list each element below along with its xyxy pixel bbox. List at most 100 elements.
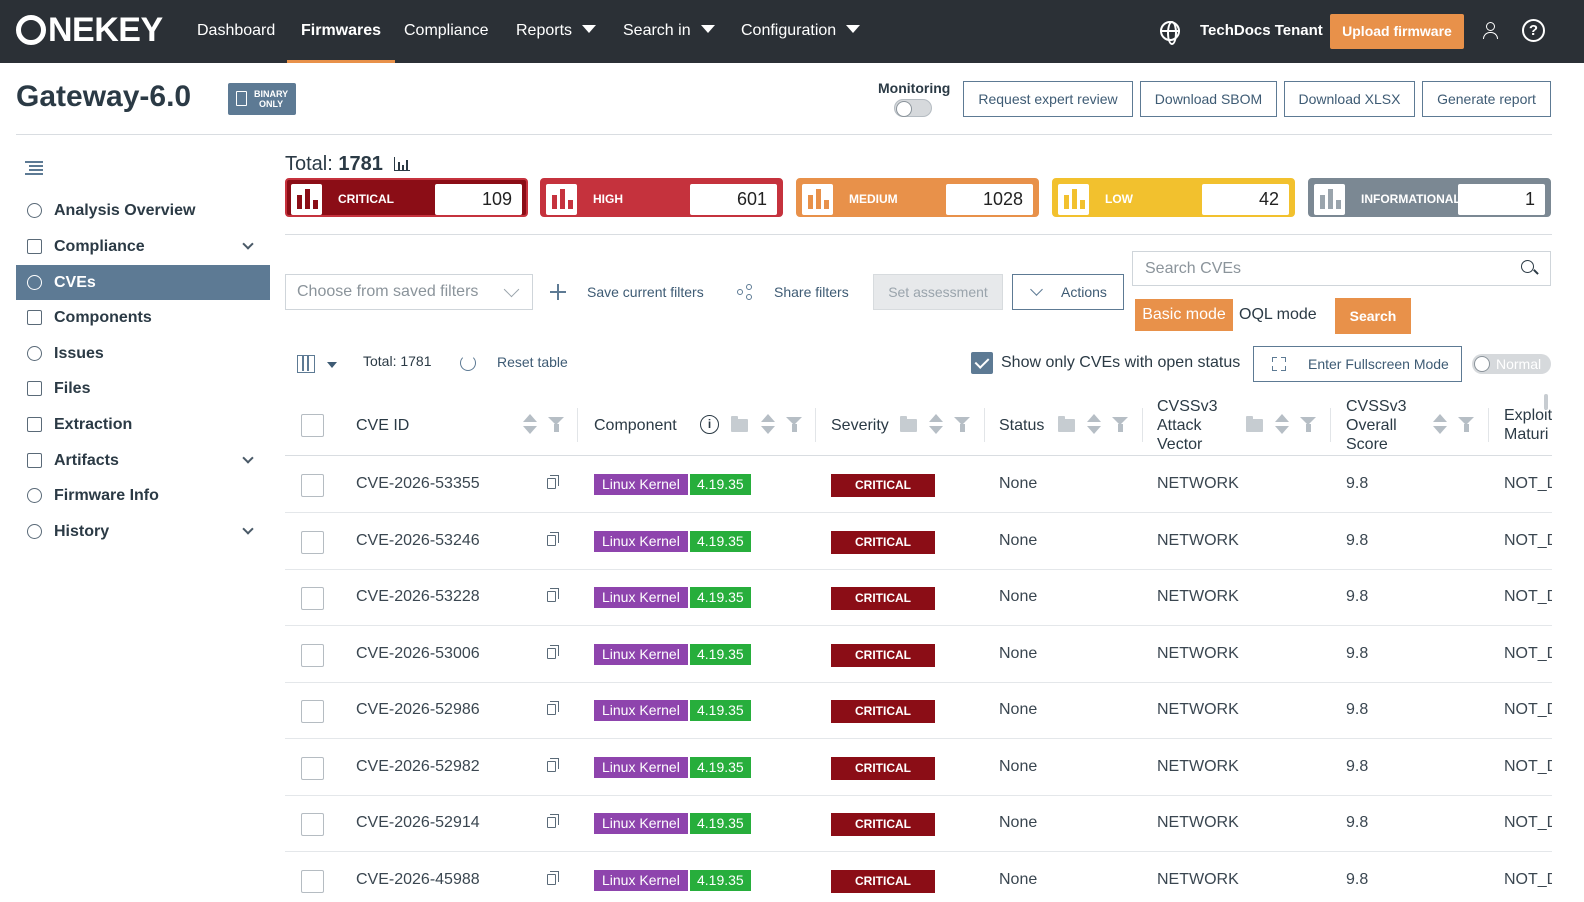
cve-id-link[interactable]: CVE-2026-52914: [356, 814, 480, 832]
severity-card-low[interactable]: LOW 42: [1052, 178, 1295, 217]
sort-icon[interactable]: [1275, 414, 1289, 436]
actions-button[interactable]: Actions: [1012, 274, 1124, 310]
basic-mode-tab[interactable]: Basic mode: [1135, 299, 1233, 331]
folder-icon[interactable]: [1058, 416, 1075, 432]
cve-id-link[interactable]: CVE-2026-53355: [356, 475, 480, 493]
bar-chart-icon[interactable]: [394, 157, 411, 171]
cve-id-link[interactable]: CVE-2026-52986: [356, 701, 480, 719]
component-badge[interactable]: Linux Kernel: [594, 643, 688, 665]
table-row[interactable]: CVE-2026-53355 Linux Kernel 4.19.35 CRITICA…: [285, 457, 1552, 513]
columns-icon[interactable]: [297, 355, 315, 373]
filter-icon[interactable]: [1112, 417, 1129, 432]
density-toggle[interactable]: Normal: [1472, 354, 1551, 374]
set-assessment-button[interactable]: Set assessment: [873, 274, 1003, 310]
table-row[interactable]: CVE-2026-52914 Linux Kernel 4.19.35 CRITICA…: [285, 796, 1552, 852]
row-checkbox[interactable]: [301, 474, 324, 497]
filter-icon[interactable]: [1458, 417, 1475, 432]
copy-icon[interactable]: [547, 701, 559, 715]
table-row[interactable]: CVE-2026-53006 Linux Kernel 4.19.35 CRITICA…: [285, 627, 1552, 683]
sidebar-item-history[interactable]: History: [16, 514, 270, 549]
reset-table-button[interactable]: Reset table: [497, 354, 568, 370]
nav-reports[interactable]: Reports: [516, 0, 597, 63]
download-sbom-button[interactable]: Download SBOM: [1140, 81, 1277, 117]
filter-icon[interactable]: [548, 417, 565, 432]
cve-id-link[interactable]: CVE-2026-53246: [356, 532, 480, 550]
column-header-severity[interactable]: Severity: [831, 394, 889, 456]
upload-firmware-button[interactable]: Upload firmware: [1330, 14, 1464, 49]
row-checkbox[interactable]: [301, 813, 324, 836]
cve-id-link[interactable]: CVE-2026-53006: [356, 645, 480, 663]
user-icon[interactable]: [1482, 22, 1498, 40]
nav-search-in[interactable]: Search in: [623, 0, 715, 63]
plus-icon[interactable]: [550, 284, 566, 300]
request-expert-review-button[interactable]: Request expert review: [963, 81, 1133, 117]
saved-filters-select[interactable]: Choose from saved filters: [285, 274, 533, 310]
row-checkbox[interactable]: [301, 700, 324, 723]
component-badge[interactable]: Linux Kernel: [594, 587, 688, 608]
help-icon[interactable]: ?: [1522, 19, 1545, 42]
cve-id-link[interactable]: CVE-2026-52982: [356, 758, 480, 776]
oql-mode-tab[interactable]: OQL mode: [1239, 299, 1317, 331]
sidebar-item-issues[interactable]: Issues: [16, 336, 270, 371]
monitoring-toggle[interactable]: [894, 99, 932, 117]
search-button[interactable]: Search: [1335, 298, 1411, 334]
search-cves-input[interactable]: Search CVEs: [1132, 251, 1551, 286]
row-checkbox[interactable]: [301, 587, 324, 610]
sidebar-item-files[interactable]: Files: [16, 371, 270, 406]
select-all-checkbox[interactable]: [301, 414, 324, 437]
component-badge[interactable]: Linux Kernel: [594, 756, 688, 778]
copy-icon[interactable]: [547, 644, 559, 659]
generate-report-button[interactable]: Generate report: [1422, 81, 1551, 117]
sort-icon[interactable]: [1433, 414, 1447, 436]
info-icon[interactable]: i: [700, 415, 719, 434]
table-row[interactable]: CVE-2026-52986 Linux Kernel 4.19.35 CRITICA…: [285, 683, 1552, 739]
sidebar-item-compliance[interactable]: Compliance: [16, 229, 270, 264]
cve-id-link[interactable]: CVE-2026-45988: [356, 871, 480, 889]
sort-icon[interactable]: [929, 414, 943, 436]
share-filters-button[interactable]: Share filters: [774, 274, 849, 310]
column-header-component[interactable]: Component: [594, 394, 677, 456]
download-xlsx-button[interactable]: Download XLSX: [1284, 81, 1415, 117]
row-checkbox[interactable]: [301, 643, 324, 667]
row-checkbox[interactable]: [301, 869, 324, 893]
filter-icon[interactable]: [1300, 417, 1317, 432]
sort-icon[interactable]: [761, 414, 775, 436]
column-header-overall-score[interactable]: CVSSv3 Overall Score: [1346, 394, 1406, 456]
copy-icon[interactable]: [547, 757, 559, 772]
nav-firmwares[interactable]: Firmwares: [286, 0, 396, 63]
cve-id-link[interactable]: CVE-2026-53228: [356, 588, 480, 606]
sort-icon[interactable]: [523, 414, 537, 436]
filter-icon[interactable]: [786, 417, 803, 432]
component-badge[interactable]: Linux Kernel: [594, 813, 688, 834]
copy-icon[interactable]: [547, 531, 559, 546]
severity-card-informational[interactable]: INFORMATIONAL 1: [1308, 178, 1551, 217]
copy-icon[interactable]: [547, 475, 559, 489]
table-row[interactable]: CVE-2026-52982 Linux Kernel 4.19.35 CRITICA…: [285, 740, 1552, 796]
component-badge[interactable]: Linux Kernel: [594, 474, 688, 495]
sidebar-item-analysis-overview[interactable]: Analysis Overview: [16, 193, 270, 228]
search-icon[interactable]: [1521, 260, 1537, 276]
fullscreen-button[interactable]: Enter Fullscreen Mode: [1253, 346, 1462, 382]
caret-down-icon[interactable]: [327, 362, 337, 368]
copy-icon[interactable]: [547, 870, 559, 885]
folder-icon[interactable]: [731, 416, 748, 432]
save-current-filters-button[interactable]: Save current filters: [587, 274, 704, 310]
globe-icon[interactable]: [1160, 21, 1180, 45]
column-header-cve-id[interactable]: CVE ID: [356, 394, 409, 456]
sidebar-item-extraction[interactable]: Extraction: [16, 407, 270, 442]
nav-compliance[interactable]: Compliance: [404, 0, 488, 63]
reset-icon[interactable]: [460, 355, 476, 371]
column-header-attack-vector[interactable]: CVSSv3 Attack Vector: [1157, 394, 1217, 456]
severity-card-critical[interactable]: CRITICAL 109: [285, 178, 528, 217]
onekey-logo[interactable]: NEKEY: [16, 11, 163, 49]
collapse-sidebar-icon[interactable]: [24, 160, 44, 176]
folder-icon[interactable]: [1246, 416, 1263, 432]
copy-icon[interactable]: [547, 814, 559, 828]
copy-icon[interactable]: [547, 588, 559, 602]
component-badge[interactable]: Linux Kernel: [594, 869, 688, 891]
severity-card-high[interactable]: HIGH 601: [540, 178, 783, 217]
sidebar-item-components[interactable]: Components: [16, 300, 270, 335]
sidebar-item-cves[interactable]: CVEs: [16, 265, 270, 300]
row-checkbox[interactable]: [301, 756, 324, 780]
nav-configuration[interactable]: Configuration: [741, 0, 861, 63]
